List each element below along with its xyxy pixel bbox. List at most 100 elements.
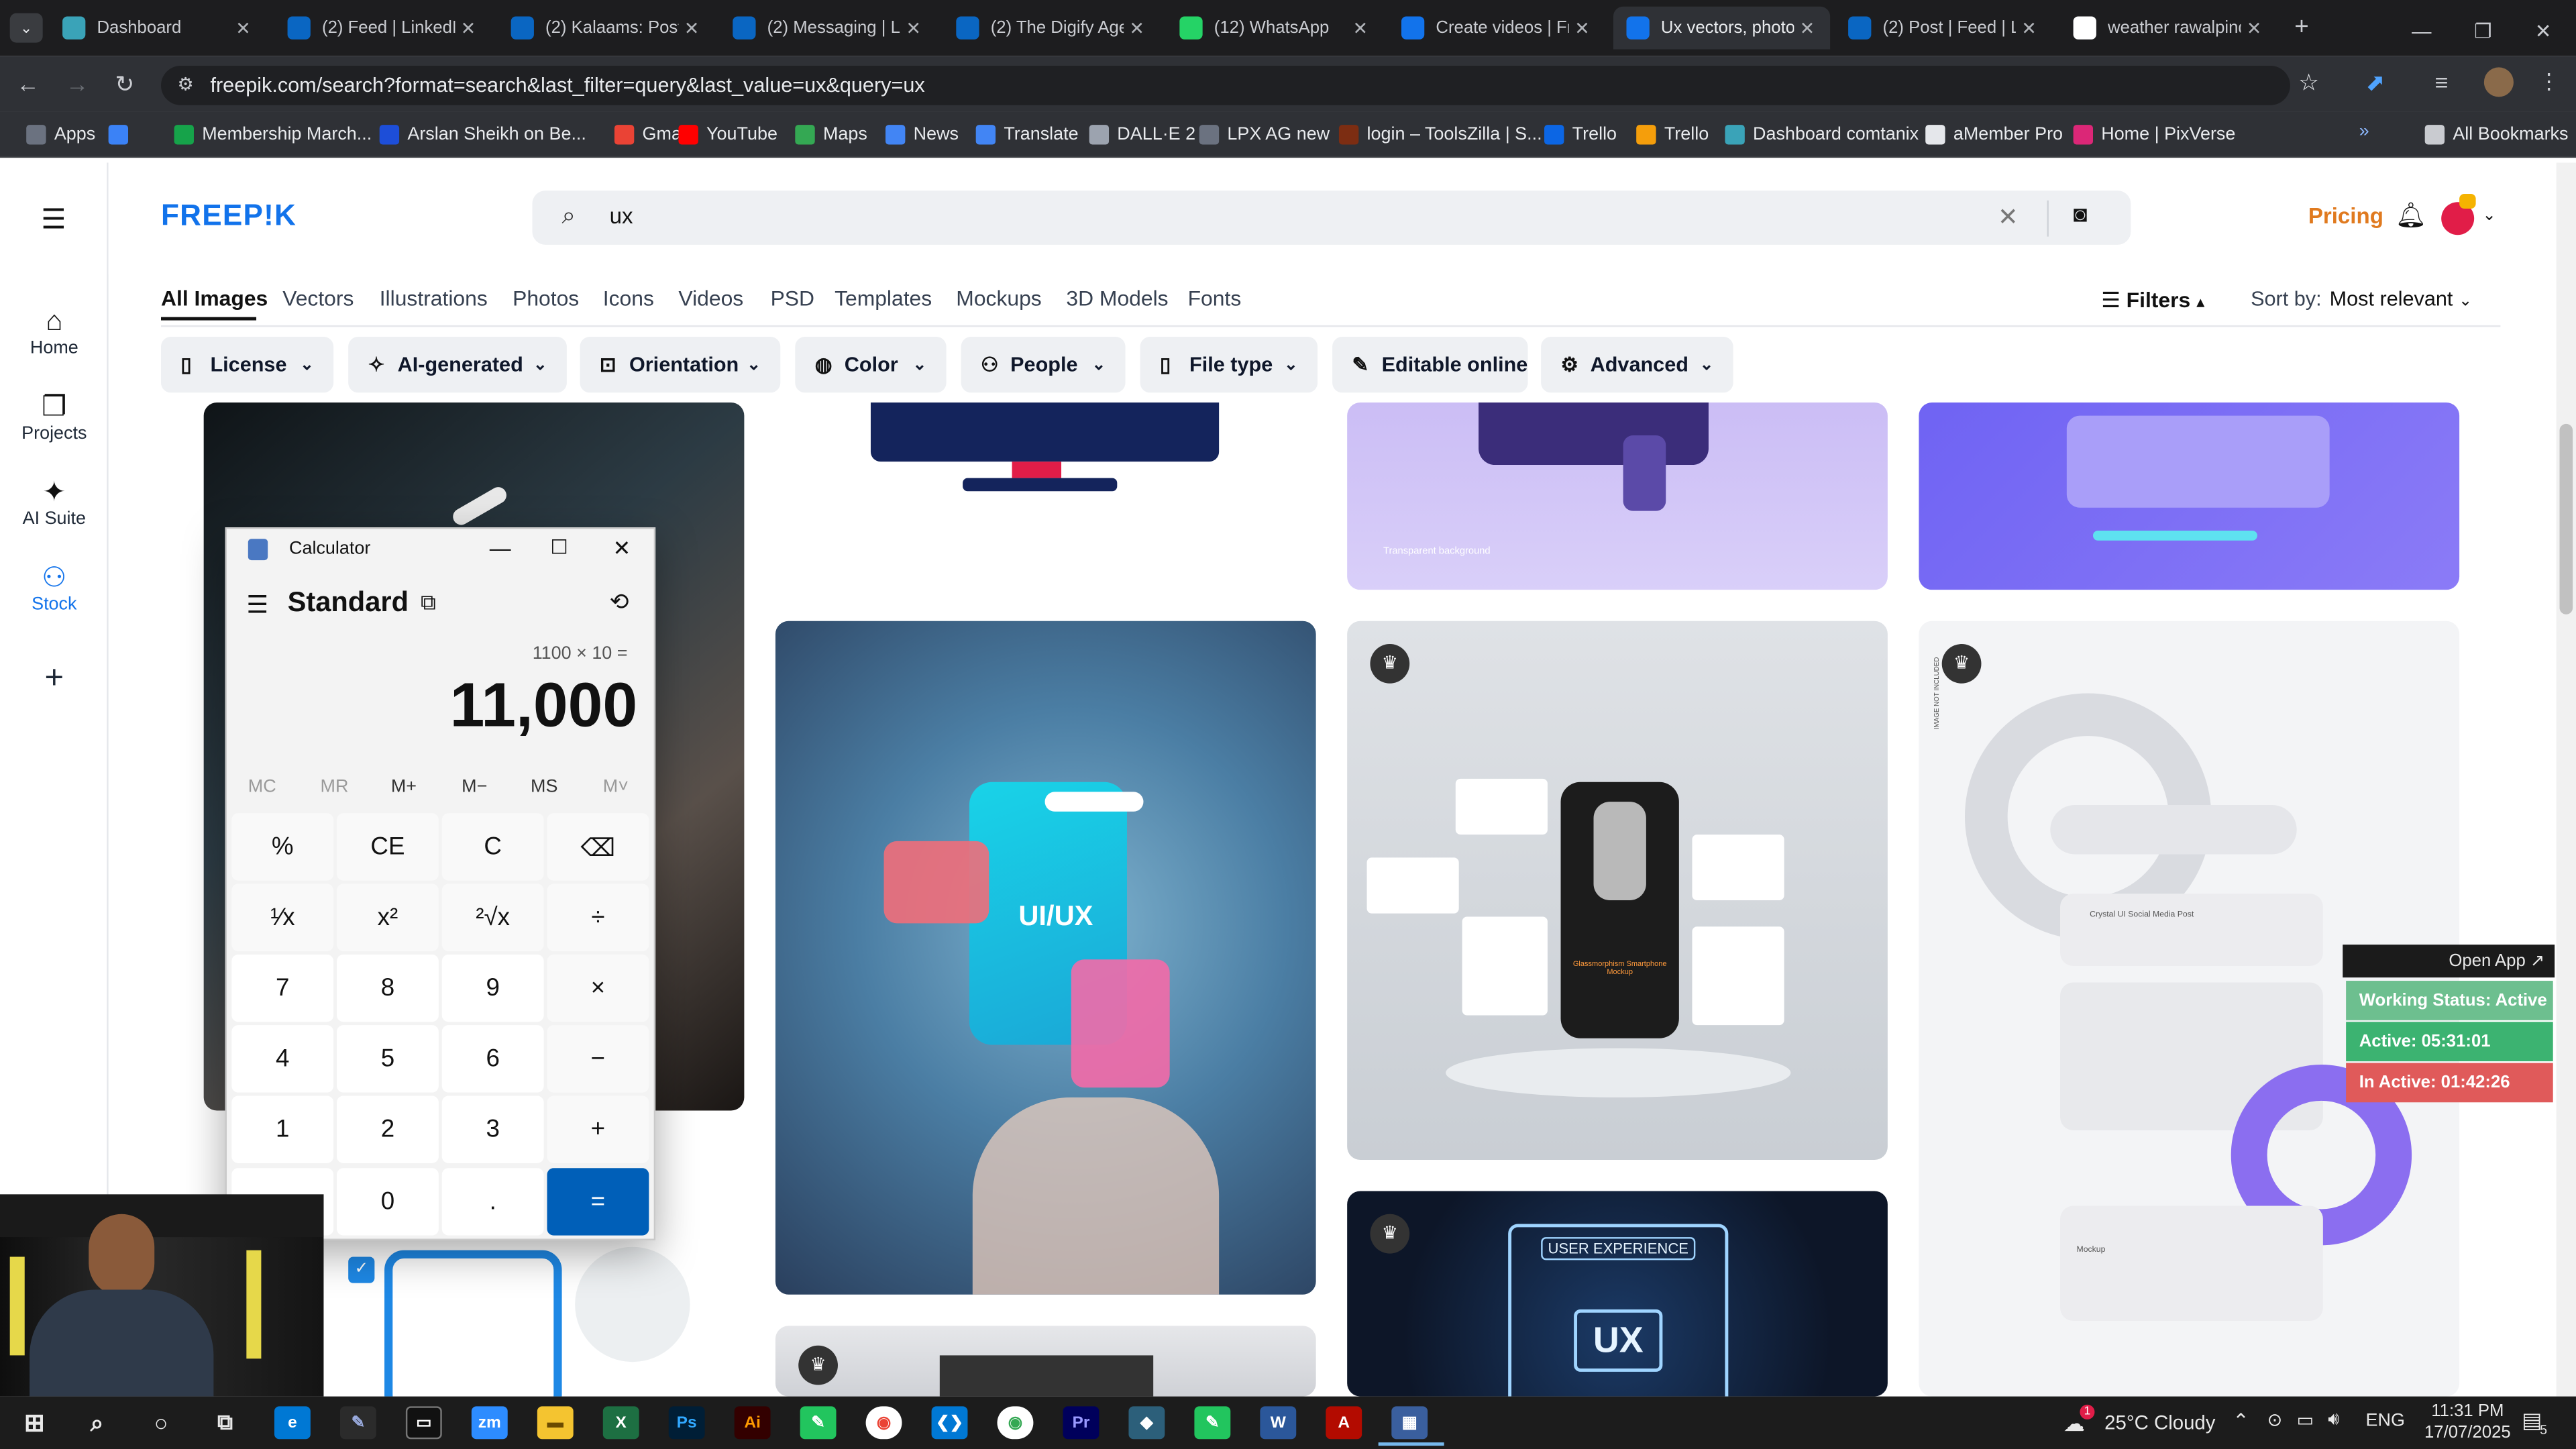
- tab-search-button[interactable]: ⌄: [9, 13, 43, 43]
- notification-center-icon[interactable]: ▤: [2522, 1408, 2542, 1434]
- browser-tab[interactable]: (2) Feed | LinkedIn ✕: [274, 7, 491, 50]
- memory-button[interactable]: M−: [462, 777, 487, 796]
- browser-tab[interactable]: (2) The Digify Agency✕: [943, 7, 1160, 50]
- camera-search-icon[interactable]: ◙: [2074, 201, 2088, 227]
- browser-menu-icon[interactable]: ⋮: [2538, 69, 2560, 95]
- close-window-button[interactable]: ✕: [2535, 19, 2552, 42]
- bookmark-star-icon[interactable]: ☆: [2298, 69, 2319, 97]
- vscode-icon[interactable]: ❮❯: [931, 1406, 968, 1440]
- result-thumbnail-monitor[interactable]: [775, 402, 1316, 590]
- volume-icon[interactable]: 🔊︎: [2328, 1409, 2339, 1431]
- photoshop-icon[interactable]: Ps: [668, 1406, 705, 1440]
- result-thumbnail-devices[interactable]: ♛: [775, 1326, 1316, 1397]
- green-app-2-icon[interactable]: ✎: [1194, 1406, 1231, 1440]
- nav-home[interactable]: ⌂ Home: [0, 306, 109, 358]
- bookmark-item[interactable]: Arslan Sheikh on Be...: [379, 121, 586, 148]
- memory-button[interactable]: MS: [531, 777, 557, 796]
- close-tab-icon[interactable]: ✕: [1794, 17, 1820, 38]
- memory-button[interactable]: M+: [391, 777, 417, 796]
- scrollbar-thumb[interactable]: [2559, 423, 2573, 614]
- hamburger-menu-icon[interactable]: ☰: [41, 204, 66, 237]
- category-tab[interactable]: PSD: [771, 286, 814, 311]
- calc-key[interactable]: −: [547, 1025, 649, 1093]
- filter-pill[interactable]: ▯ File type ⌄: [1140, 337, 1318, 393]
- memory-button[interactable]: M˅: [603, 777, 629, 796]
- chrome-icon[interactable]: ◉: [865, 1406, 902, 1440]
- calc-key[interactable]: 7: [231, 954, 334, 1022]
- close-tab-icon[interactable]: ✕: [1569, 17, 1595, 38]
- calculator-taskbar-icon[interactable]: ▦: [1391, 1406, 1428, 1440]
- acrobat-icon[interactable]: A: [1326, 1406, 1362, 1440]
- result-thumbnail-dashboard[interactable]: [1919, 402, 2460, 590]
- history-icon[interactable]: ⟲: [610, 588, 629, 616]
- calc-key[interactable]: %: [231, 813, 334, 881]
- clock-time[interactable]: 11:31 PM: [2426, 1401, 2508, 1421]
- network-icon[interactable]: ▭: [2297, 1409, 2314, 1431]
- search-icon[interactable]: ⌕: [79, 1406, 115, 1439]
- pricing-link[interactable]: Pricing: [2308, 204, 2383, 229]
- task-view-icon[interactable]: ⧉: [207, 1406, 244, 1439]
- clock-date[interactable]: 17/07/2025: [2418, 1423, 2517, 1442]
- close-tab-icon[interactable]: ✕: [455, 17, 481, 38]
- all-bookmarks[interactable]: All Bookmarks: [2424, 121, 2568, 148]
- forward-icon[interactable]: →: [66, 70, 89, 97]
- excel-icon[interactable]: X: [602, 1406, 639, 1440]
- extension-icon[interactable]: ⬈: [2366, 69, 2385, 97]
- category-tab[interactable]: Photos: [513, 286, 579, 311]
- profile-avatar[interactable]: [2483, 67, 2514, 97]
- bookmark-item[interactable]: Home | PixVerse: [2073, 121, 2235, 148]
- open-app-button[interactable]: Open App ↗: [2343, 945, 2555, 978]
- result-thumbnail-lock[interactable]: Transparent background: [1347, 402, 1888, 590]
- browser-tab[interactable]: Dashboard ✕: [49, 7, 266, 50]
- category-tab[interactable]: All Images: [161, 286, 268, 311]
- browser-tab[interactable]: (2) Kalaams: Posts ✕: [498, 7, 714, 50]
- bookmark-item[interactable]: login – ToolsZilla | S...: [1338, 121, 1542, 148]
- calc-menu-icon[interactable]: ☰: [246, 590, 268, 620]
- browser-tab[interactable]: Create videos | Freepik✕: [1388, 7, 1605, 50]
- calc-key[interactable]: ×: [547, 954, 649, 1022]
- result-thumbnail-uiux-phone[interactable]: UI/UX: [775, 621, 1316, 1295]
- illustrator-icon[interactable]: Ai: [734, 1406, 771, 1440]
- browser-tab[interactable]: Ux vectors, photos ✕: [1613, 6, 1831, 50]
- bookmark-item[interactable]: [108, 121, 137, 148]
- filter-pill[interactable]: ⊡ Orientation ⌄: [580, 337, 781, 393]
- new-tab-button[interactable]: +: [2287, 13, 2316, 43]
- bookmark-item[interactable]: Trello: [1636, 121, 1709, 148]
- sort-dropdown[interactable]: Most relevant ⌄: [2330, 288, 2473, 311]
- zoom-icon[interactable]: zm: [471, 1406, 508, 1440]
- category-tab[interactable]: Mockups: [956, 286, 1041, 311]
- calc-key[interactable]: ¹⁄x: [231, 883, 334, 951]
- calc-key[interactable]: 4: [231, 1025, 334, 1093]
- premiere-icon[interactable]: Pr: [1063, 1406, 1099, 1440]
- calc-key[interactable]: 1: [231, 1095, 334, 1163]
- bookmark-item[interactable]: Apps: [26, 121, 95, 148]
- weather-text[interactable]: 25°C Cloudy: [2104, 1411, 2215, 1434]
- filter-pill[interactable]: ✧ AI-generated ⌄: [348, 337, 567, 393]
- bookmark-item[interactable]: News: [885, 121, 959, 148]
- search-bar[interactable]: [532, 191, 2131, 245]
- page-scrollbar[interactable]: [2556, 162, 2576, 1397]
- file-explorer-icon[interactable]: ▬: [537, 1406, 574, 1440]
- browser-tab[interactable]: (2) Post | Feed | LinkedIn✕: [1835, 7, 2052, 50]
- bookmark-item[interactable]: Maps: [795, 121, 867, 148]
- memory-button[interactable]: MC: [248, 777, 276, 796]
- category-tab[interactable]: Illustrations: [380, 286, 488, 311]
- calc-key[interactable]: 5: [337, 1025, 439, 1093]
- nav-projects[interactable]: ❐ Projects: [0, 391, 109, 443]
- browser-tab[interactable]: (2) Messaging | LinkedIn✕: [720, 7, 936, 50]
- result-thumbnail-user-experience[interactable]: ♛ USER EXPERIENCE UX: [1347, 1191, 1888, 1397]
- category-tab[interactable]: Videos: [678, 286, 743, 311]
- pen-tool-icon[interactable]: ✎: [339, 1406, 376, 1440]
- calc-close-button[interactable]: ✕: [612, 535, 631, 561]
- nav-ai-suite[interactable]: ✦ AI Suite: [0, 476, 109, 529]
- search-input[interactable]: ux: [610, 204, 633, 229]
- start-button[interactable]: ⊞: [16, 1406, 52, 1439]
- restore-window-button[interactable]: ❐: [2474, 19, 2491, 42]
- close-tab-icon[interactable]: ✕: [2241, 17, 2267, 38]
- notifications-bell-icon[interactable]: 🔔︎: [2396, 201, 2427, 230]
- calc-key[interactable]: 0: [337, 1168, 439, 1236]
- calc-key[interactable]: ÷: [547, 883, 649, 951]
- edge-icon[interactable]: e: [274, 1406, 311, 1440]
- filters-toggle[interactable]: ☰ Filters ▴: [2101, 288, 2204, 314]
- browser-tab[interactable]: (12) WhatsApp ✕: [1167, 7, 1383, 50]
